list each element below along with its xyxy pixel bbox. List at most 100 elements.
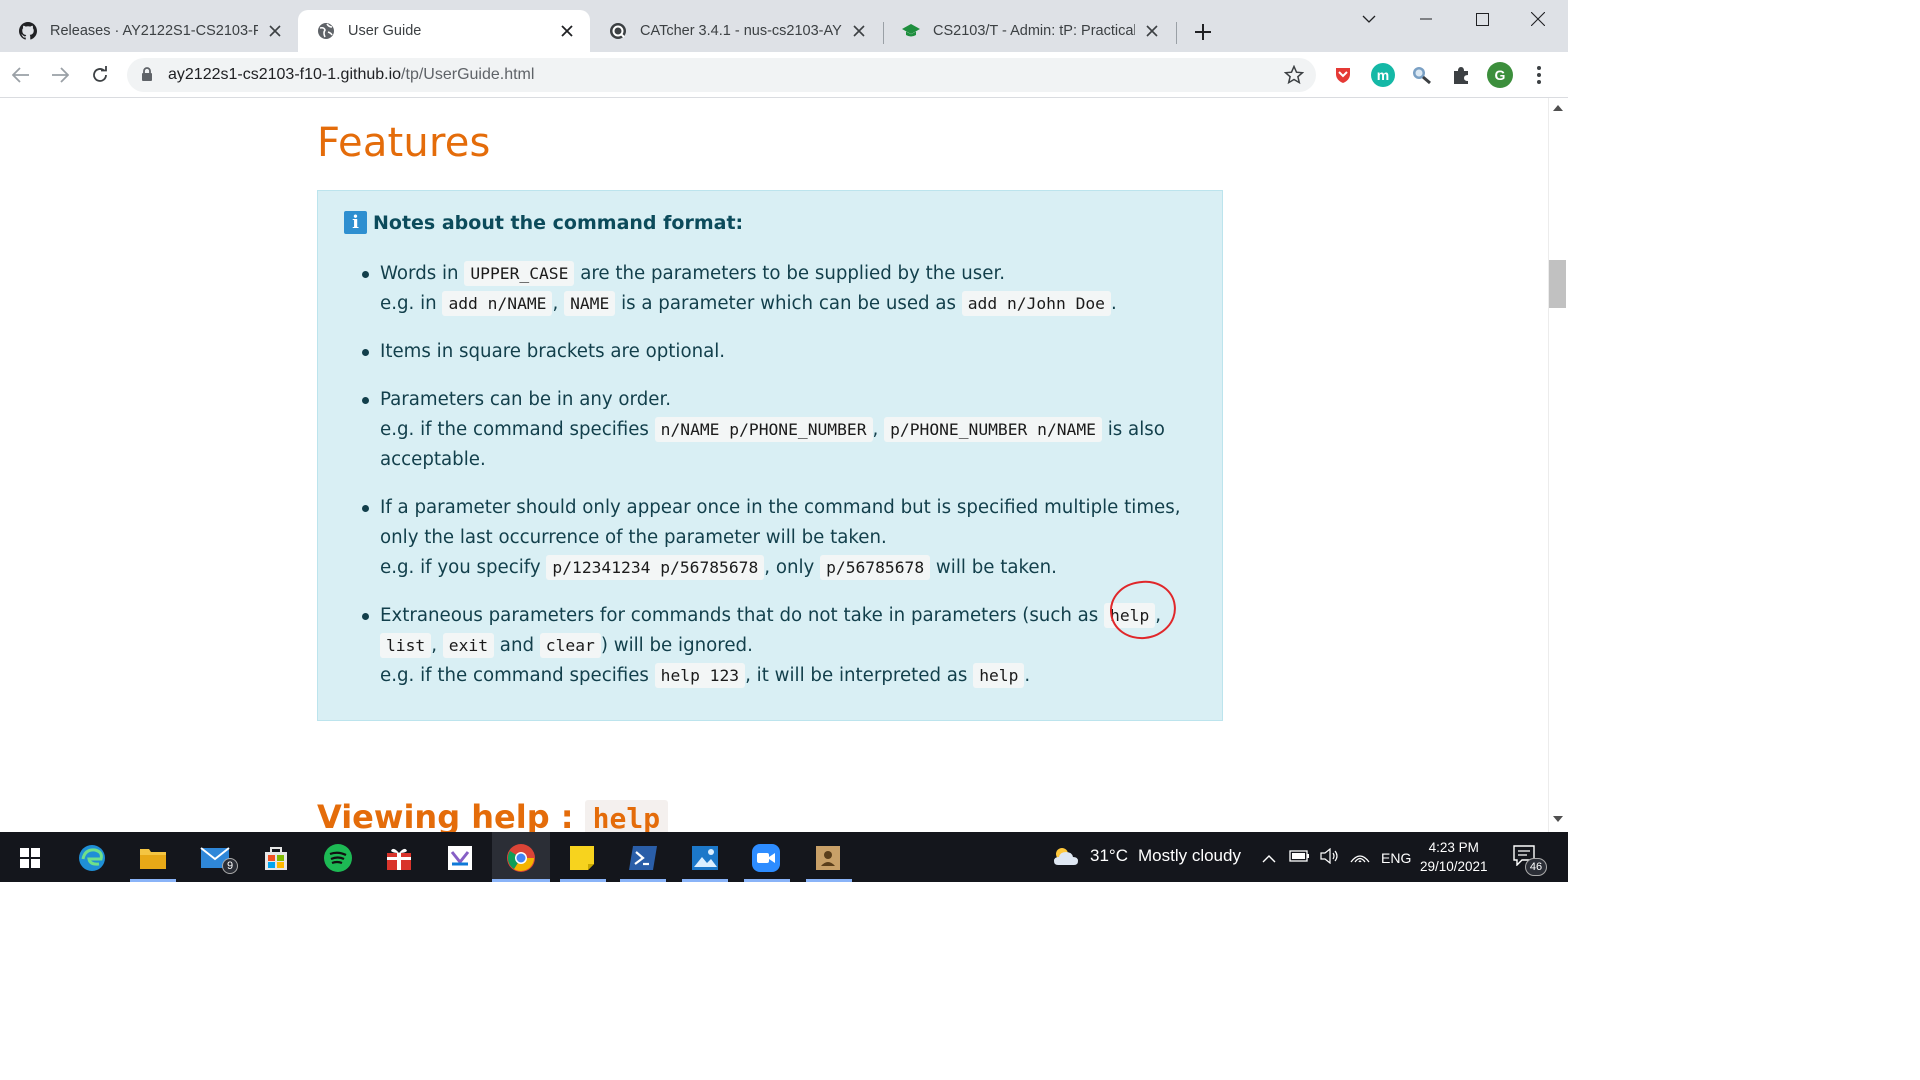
wifi-icon[interactable]	[1350, 848, 1370, 867]
weather-desc: Mostly cloudy	[1137, 846, 1241, 865]
edge-browser-icon[interactable]	[74, 840, 110, 876]
minimize-button[interactable]	[1398, 4, 1454, 34]
spotify-icon[interactable]	[320, 840, 356, 876]
item-text: Items in square brackets are optional.	[380, 341, 726, 362]
code-snippet: add n/John Doe	[961, 291, 1111, 316]
github-icon	[18, 21, 38, 41]
tab-title: Releases · AY2122S1-CS2103-F10	[50, 23, 258, 39]
reload-button[interactable]	[86, 61, 114, 89]
callout-title-text: Notes about the command format:	[373, 211, 744, 234]
chrome-icon[interactable]	[503, 840, 539, 876]
viewing-help-heading: Viewing help : help	[317, 798, 669, 832]
item-text: e.g. if the command specifies	[380, 419, 655, 440]
kebab-menu-icon	[1537, 66, 1541, 84]
mail-badge: 9	[222, 858, 238, 874]
close-tab-icon[interactable]	[558, 22, 576, 40]
photos-icon[interactable]	[687, 840, 723, 876]
clock-date: 29/10/2021	[1420, 859, 1488, 874]
zoom-icon[interactable]	[748, 840, 784, 876]
list-item: Words in UPPER_CASE are the parameters t…	[358, 259, 1188, 319]
browser-toolbar: ay2122s1-cs2103-f10-1.github.io/tp/UserG…	[0, 52, 1568, 98]
tab-title: User Guide	[348, 23, 422, 39]
weather-widget[interactable]: 31°C Mostly cloudy	[1052, 846, 1241, 866]
item-text: ,	[431, 635, 443, 656]
code-snippet: add n/NAME	[442, 291, 553, 316]
info-icon: i	[344, 211, 367, 234]
lock-icon[interactable]	[141, 67, 153, 87]
close-tab-icon[interactable]	[266, 22, 284, 40]
item-text: .	[1024, 665, 1031, 686]
language-indicator[interactable]: ENG	[1381, 850, 1411, 866]
scrollbar-thumb[interactable]	[1549, 260, 1566, 308]
browser-menu-button[interactable]	[1526, 62, 1552, 88]
windows-taskbar: 9 31°C Mostly cloudy ENG 4:23 PM 29/10/2…	[0, 832, 1568, 882]
visual-studio-installer-icon[interactable]	[442, 840, 478, 876]
notes-list: Words in UPPER_CASE are the parameters t…	[358, 259, 1188, 709]
address-bar[interactable]: ay2122s1-cs2103-f10-1.github.io/tp/UserG…	[127, 58, 1316, 92]
code-snippet: exit	[442, 633, 495, 658]
item-text: is a parameter which can be used as	[615, 293, 962, 314]
running-indicator	[806, 879, 852, 882]
item-text: are the parameters to be supplied by the…	[574, 263, 1006, 284]
item-text: and	[494, 635, 540, 656]
volume-icon[interactable]	[1320, 847, 1340, 867]
heading-code: help	[584, 800, 669, 832]
bookmark-star-icon[interactable]	[1283, 64, 1305, 90]
item-text: Extraneous parameters for commands that …	[380, 605, 1105, 626]
battery-icon[interactable]	[1289, 849, 1311, 866]
list-item: Parameters can be in any order. e.g. if …	[358, 385, 1188, 475]
new-tab-button[interactable]	[1190, 19, 1216, 45]
page-scrollbar[interactable]	[1548, 98, 1568, 832]
system-clock[interactable]: 4:23 PM 29/10/2021	[1420, 838, 1488, 876]
puzzle-extensions-icon[interactable]	[1448, 62, 1474, 88]
chevron-down-icon	[1362, 15, 1376, 23]
callout-title: i Notes about the command format:	[344, 211, 743, 234]
close-tab-icon[interactable]	[1143, 22, 1161, 40]
running-indicator	[744, 879, 790, 882]
store-icon[interactable]	[258, 840, 294, 876]
sticky-notes-icon[interactable]	[564, 840, 600, 876]
graduation-cap-icon	[901, 21, 921, 41]
tab-separator	[1176, 22, 1177, 44]
item-text: , it will be interpreted as	[745, 665, 974, 686]
forward-button[interactable]	[46, 61, 74, 89]
item-text: Words in	[380, 263, 465, 284]
item-text: ) will be ignored.	[600, 635, 753, 656]
item-text: ,	[552, 293, 565, 314]
show-hidden-icons-chevron[interactable]	[1262, 850, 1276, 866]
contacts-app-icon[interactable]	[810, 840, 846, 876]
tab-cs2103-admin[interactable]: CS2103/T - Admin: tP: Practical E	[883, 10, 1175, 52]
close-window-button[interactable]	[1510, 4, 1566, 34]
reload-icon	[93, 66, 107, 82]
windows-start-icon[interactable]	[12, 840, 48, 876]
tab-search-button[interactable]	[1341, 4, 1397, 34]
url-text: ay2122s1-cs2103-f10-1.github.io/tp/UserG…	[168, 66, 534, 84]
scroll-up-arrow-icon	[1553, 105, 1563, 111]
shield-extension-icon[interactable]	[1330, 62, 1356, 88]
m-extension-icon[interactable]: m	[1370, 62, 1396, 88]
tab-catcher[interactable]: CATcher 3.4.1 - nus-cs2103-AY21	[590, 10, 882, 52]
tab-title: CATcher 3.4.1 - nus-cs2103-AY21	[640, 23, 842, 39]
item-text: e.g. if the command specifies	[380, 665, 655, 686]
plus-icon	[1195, 24, 1211, 40]
minimize-icon	[1420, 18, 1432, 20]
gift-app-icon[interactable]	[381, 840, 417, 876]
url-host: ay2122s1-cs2103-f10-1.github.io	[168, 66, 402, 83]
cloudy-weather-icon	[1054, 848, 1078, 865]
code-snippet: p/12341234 p/56785678	[546, 555, 765, 580]
file-explorer-icon[interactable]	[135, 840, 171, 876]
maximize-button[interactable]	[1454, 4, 1510, 34]
profile-avatar[interactable]: G	[1487, 62, 1513, 88]
tab-user-guide[interactable]: User Guide	[298, 10, 590, 52]
clock-time: 4:23 PM	[1428, 840, 1479, 855]
powershell-icon[interactable]	[625, 840, 661, 876]
url-path: /tp/UserGuide.html	[401, 66, 535, 83]
maximize-icon	[1475, 12, 1489, 26]
tab-releases[interactable]: Releases · AY2122S1-CS2103-F10	[0, 10, 298, 52]
item-text: ,	[872, 419, 885, 440]
search-extension-icon[interactable]	[1409, 62, 1435, 88]
close-tab-icon[interactable]	[850, 22, 868, 40]
back-button[interactable]	[7, 61, 35, 89]
close-icon	[1531, 12, 1545, 26]
forward-arrow-icon	[52, 67, 69, 83]
